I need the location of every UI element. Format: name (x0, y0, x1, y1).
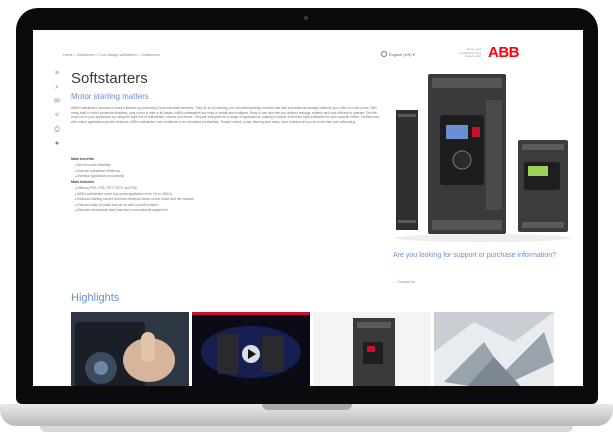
contact-us-link[interactable]: → Contact us (393, 280, 415, 284)
share-icon[interactable]: < (53, 112, 61, 120)
softstarter-product-image (388, 70, 578, 245)
search-icon[interactable]: ⌕ (53, 84, 61, 92)
globe-icon (381, 51, 387, 57)
language-selector[interactable]: English (US) ▾ (381, 51, 415, 57)
mail-icon[interactable]: ✉ (53, 98, 61, 106)
softstarter-illustration (395, 74, 571, 242)
benefits-heading: Main benefits (71, 157, 94, 161)
page-subtitle: Motor starting matters (71, 92, 149, 101)
highlight-tile-video[interactable] (192, 312, 310, 386)
language-label: English (US) ▾ (389, 51, 415, 57)
laptop-notch (262, 404, 352, 410)
features-heading: Main features (71, 180, 95, 184)
highlight-tile-control-panel[interactable] (71, 312, 189, 386)
benefits-list: Secure motor reliability Improve install… (75, 163, 375, 180)
brand-tagline: Power and productivity for a better worl… (458, 47, 481, 59)
highlight-tile-product[interactable] (313, 312, 431, 386)
benefit-item: Increase application productivity (75, 174, 375, 180)
features-list: Offering PSR, PSE, PST, PSTX and PSE ABB… (75, 186, 375, 214)
page-title: Softstarters (71, 70, 148, 87)
highlights-heading: Highlights (71, 292, 120, 304)
abb-logo[interactable]: ABB (488, 44, 520, 61)
video-thumbnail (192, 312, 310, 386)
left-toolbar: ≡ ⌕ ✉ < ⎙ ● (53, 70, 63, 154)
support-question: Are you looking for support or purchase … (393, 252, 557, 259)
feature-item: Reduced mechanical wear and tear on mech… (75, 208, 375, 214)
browser-screen: Home > Softstarters > Low voltage softst… (33, 30, 583, 386)
keypad-photo (71, 312, 189, 386)
print-icon[interactable]: ⎙ (53, 126, 61, 134)
webcam-dot (304, 16, 308, 20)
intro-paragraph: ABB's softstarters increase a motor's li… (71, 106, 380, 124)
menu-icon[interactable]: ≡ (53, 70, 61, 78)
product-photo (313, 312, 431, 386)
application-photo (434, 312, 554, 386)
laptop-shadow (40, 426, 573, 432)
user-icon[interactable]: ● (53, 140, 61, 148)
highlight-tile-application[interactable] (434, 312, 554, 386)
breadcrumb[interactable]: Home > Softstarters > Low voltage softst… (63, 53, 160, 57)
